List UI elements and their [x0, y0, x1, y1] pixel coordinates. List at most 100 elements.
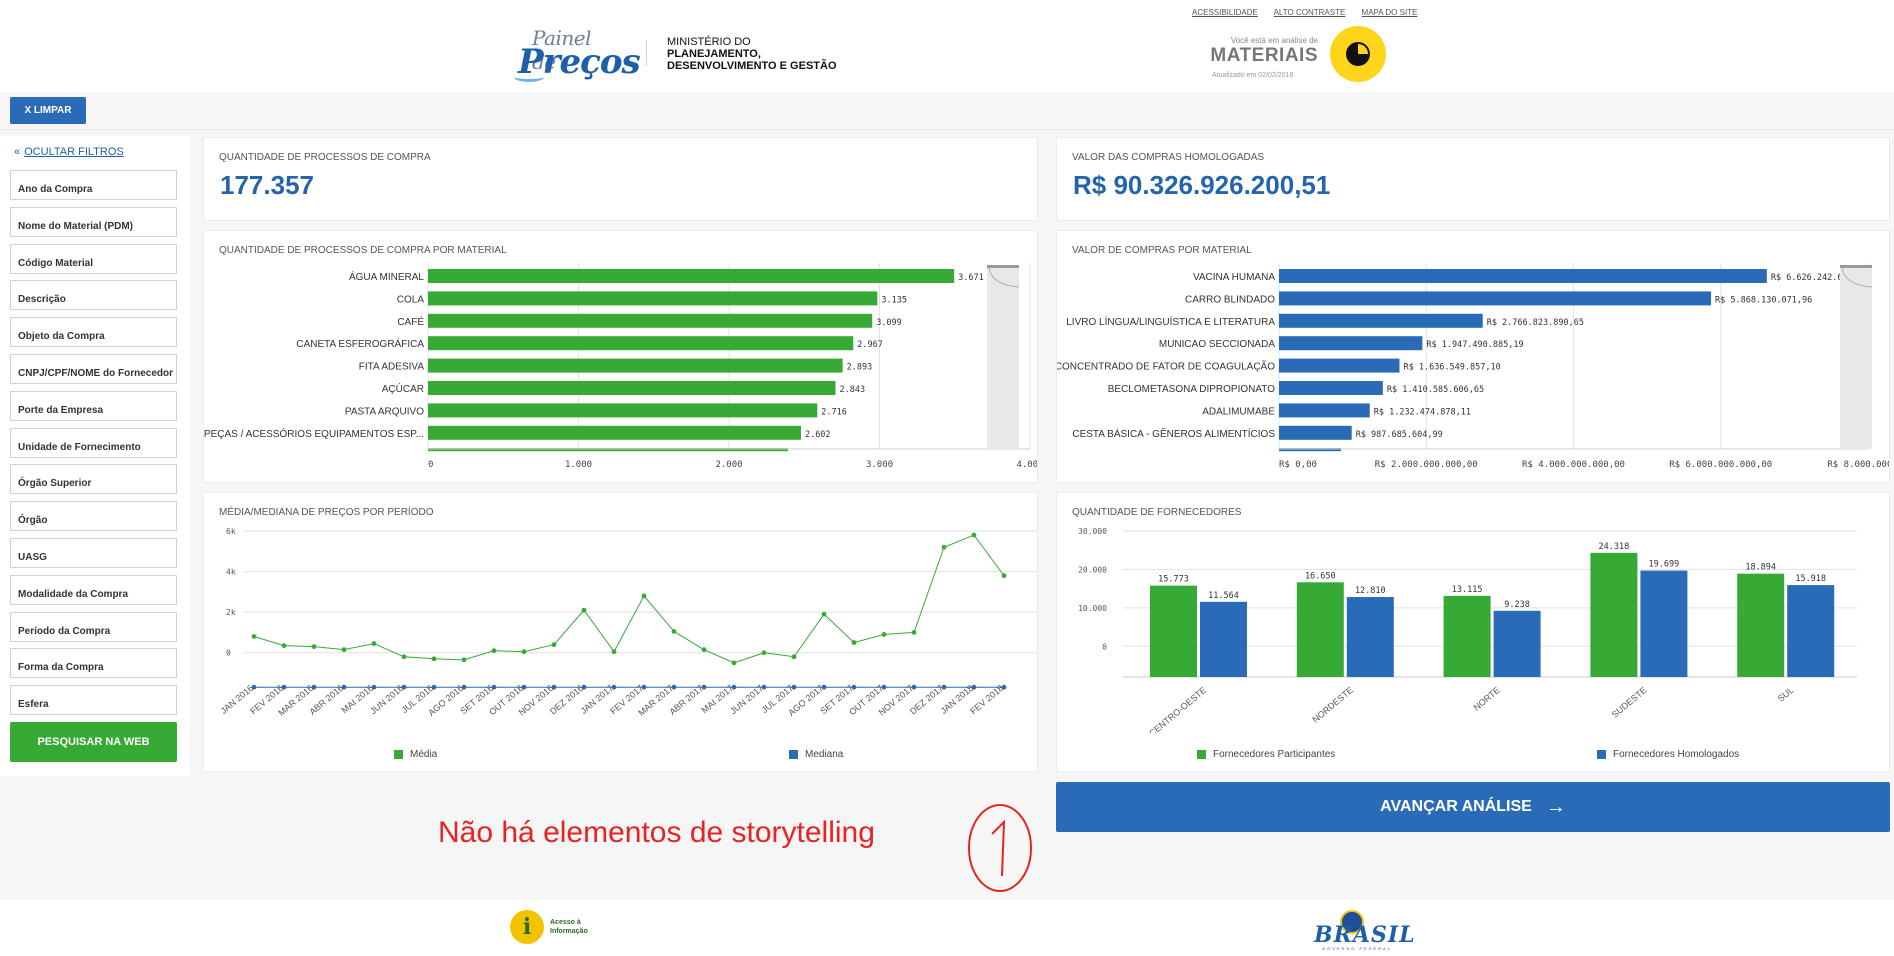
category-label: NORTE — [1471, 685, 1501, 713]
category-label: CESTA BÁSICA - GÊNEROS ALIMENTÍCIOS — [1072, 427, 1275, 440]
bar — [1279, 291, 1712, 306]
y-tick-label: 10.000 — [1078, 604, 1107, 613]
acesso-informacao-logo[interactable]: i Acesso à Informação — [510, 910, 600, 944]
advance-label: AVANÇAR ANÁLISE — [1380, 798, 1532, 815]
bar-value-label: 2.893 — [847, 363, 873, 373]
category-label: LIVRO LÍNGUA/LINGUÍSTICA E LITERATURA — [1066, 315, 1275, 328]
data-point — [521, 649, 527, 655]
bar-value-label: R$ 1.947.490.885,19 — [1426, 340, 1523, 350]
filter-field[interactable]: Período da Compra — [10, 611, 177, 642]
filter-field[interactable]: Ano da Compra — [10, 170, 177, 200]
analysis-pie-icon[interactable] — [1330, 26, 1386, 82]
category-label: MUNICAO SECCIONADA — [1159, 339, 1275, 350]
filter-field[interactable]: UASG — [10, 538, 177, 568]
link-acessibilidade[interactable]: ACESSIBILIDADE — [1192, 8, 1258, 17]
filter-field[interactable]: Forma da Compra — [10, 648, 177, 679]
analysis-context: Você está em análise de MATERIAIS Atuali… — [1200, 36, 1318, 79]
y-tick-label: 20.000 — [1078, 565, 1107, 574]
data-point — [491, 648, 497, 654]
bar — [1443, 595, 1491, 677]
bar-value-label: R$ 1.636.549.857,10 — [1403, 363, 1500, 373]
hide-filters-link[interactable]: «OCULTAR FILTROS — [14, 146, 124, 158]
brand-swoosh — [514, 72, 544, 82]
price-period-card: MÉDIA/MEDIANA DE PREÇOS POR PERÍODO 0 2k 4… — [203, 492, 1038, 772]
bar — [428, 425, 801, 440]
link-mapa-do-site[interactable]: MAPA DO SITE — [1362, 8, 1418, 17]
bar — [1737, 573, 1785, 677]
y-tick-label: 0 — [1102, 642, 1107, 651]
painel-de-precos-logo[interactable]: Painel de Preços — [512, 24, 641, 82]
y-tick-label: 6k — [226, 527, 236, 536]
category-label: CONCENTRADO DE FATOR DE COAGULAÇÃO — [1057, 360, 1275, 373]
site-header: Painel de Preços MINISTÉRIO DO PLANEJAME… — [0, 0, 1894, 92]
clear-button[interactable]: X LIMPAR — [10, 97, 86, 124]
bar — [428, 336, 854, 351]
x-tick-label: R$ 8.000.000... — [1827, 460, 1889, 470]
brasil-word: BRASIL — [1314, 922, 1416, 948]
filter-field[interactable]: Nome do Material (PDM) — [10, 206, 177, 237]
filter-field[interactable]: Descrição — [10, 280, 177, 311]
bar — [1279, 313, 1483, 328]
data-point — [311, 644, 317, 650]
filter-field[interactable]: Porte da Empresa — [10, 390, 177, 421]
kpi-processes-value: 177.357 — [220, 170, 314, 200]
bar — [1279, 381, 1383, 395]
bar-value-label: 11.564 — [1208, 591, 1239, 601]
bar-value-label: 13.115 — [1452, 585, 1483, 595]
filter-field[interactable]: Unidade de Fornecimento — [10, 427, 177, 458]
series-line — [253, 534, 1005, 664]
suppliers-chart[interactable]: 0 10.000 20.000 30.000 15.773 11.564 CENTRO-OE… — [1057, 493, 1889, 733]
bar-value-label: 2.602 — [805, 430, 831, 440]
info-icon: i — [510, 910, 544, 944]
bar-value-label: R$ 5.868.130.071,96 — [1715, 295, 1812, 305]
processes-by-material-chart[interactable]: 0 1.000 2.000 3.000 4.000 ÁGUA MINERAL 3.671 CO… — [204, 231, 1037, 482]
legend-media[interactable]: Média — [394, 749, 437, 760]
bar — [428, 358, 843, 373]
filter-field[interactable]: Código Material — [10, 243, 177, 274]
legend-homologados[interactable]: Fornecedores Homologados — [1597, 749, 1739, 760]
value-by-material-chart[interactable]: R$ 0,00 R$ 2.000.000.000,00 R$ 4.000.000.0… — [1057, 231, 1889, 482]
bar-value-label: 15.918 — [1795, 574, 1826, 584]
filter-field[interactable]: Órgão — [10, 501, 177, 532]
data-point — [821, 611, 827, 617]
bar-value-label: R$ 1.410.585.606,65 — [1387, 385, 1484, 395]
filter-field[interactable]: Esfera — [10, 685, 177, 716]
data-point — [851, 640, 857, 645]
category-label: PEÇAS / ACESSÓRIOS EQUIPAMENTOS ESP... — [204, 427, 424, 440]
filters-sidebar: «OCULTAR FILTROS Ano da Compra Nome do Ma… — [0, 136, 190, 776]
bar-value-label: 19.699 — [1649, 560, 1680, 570]
y-tick-label: 4k — [226, 568, 236, 577]
suppliers-card: QUANTIDADE DE FORNECEDORES 0 10.000 20.000… — [1056, 492, 1890, 772]
bar — [428, 381, 836, 395]
x-tick-label: 2.000 — [715, 460, 742, 470]
data-point — [911, 630, 917, 635]
link-alto-contraste[interactable]: ALTO CONTRASTE — [1274, 8, 1346, 17]
bar — [1150, 585, 1197, 677]
x-tick-label: R$ 4.000.000.000,00 — [1522, 460, 1625, 470]
data-point — [761, 650, 767, 656]
bar-value-label: R$ 2.766.823.890,65 — [1487, 318, 1584, 328]
filter-field[interactable]: Objeto da Compra — [10, 317, 177, 348]
bar-value-label: 16.650 — [1305, 571, 1336, 581]
search-web-button[interactable]: PESQUISAR NA WEB — [10, 722, 177, 762]
legend-mediana[interactable]: Mediana — [789, 749, 843, 760]
scrollbar-handle — [1840, 265, 1872, 268]
brasil-governo-federal-logo[interactable]: BRASIL GOVERNO FEDERAL — [1310, 910, 1415, 951]
data-point — [671, 629, 677, 634]
bar — [1279, 358, 1400, 373]
y-tick-label: 0 — [226, 649, 231, 658]
filter-field[interactable]: CNPJ/CPF/NOME do Fornecedor — [10, 354, 177, 384]
advance-analysis-button[interactable]: AVANÇAR ANÁLISE → — [1056, 782, 1890, 832]
bar-value-label: 2.967 — [857, 340, 883, 350]
legend-participantes[interactable]: Fornecedores Participantes — [1197, 749, 1335, 760]
filter-field[interactable]: Modalidade da Compra — [10, 574, 177, 605]
data-point — [371, 641, 377, 646]
bar — [1640, 570, 1688, 677]
top-links: ACESSIBILIDADE ALTO CONTRASTE MAPA DO SI… — [1192, 8, 1431, 17]
acesso-label: Acesso à Informação — [550, 919, 588, 935]
price-period-chart[interactable]: 02k4k6kJAN 2016FEV 2016MAR 2016ABR 2016M… — [204, 493, 1037, 733]
bar — [1279, 403, 1370, 418]
data-point — [341, 647, 347, 653]
filter-field[interactable]: Órgão Superior — [10, 464, 177, 495]
data-point — [461, 657, 467, 663]
